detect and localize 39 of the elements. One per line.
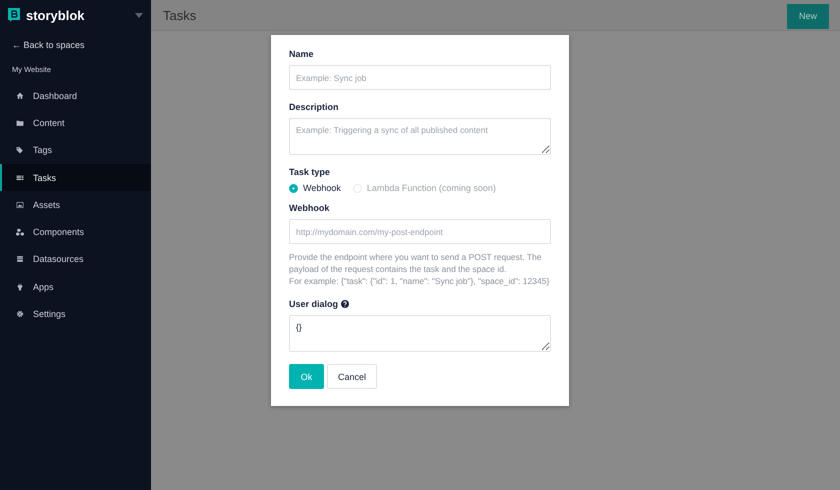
tag-icon — [16, 146, 24, 154]
field-label: User dialog — [289, 299, 338, 309]
gear-icon — [16, 310, 24, 318]
field-label: Webhook — [289, 203, 330, 213]
list-icon — [16, 174, 24, 182]
database-icon — [16, 255, 24, 264]
sidebar-item[interactable]: Tasks — [0, 164, 151, 192]
name-field[interactable]: Example: Sync job — [289, 65, 551, 90]
folder-icon — [16, 118, 24, 127]
new-button[interactable]: New — [787, 4, 829, 28]
page-title: Tasks — [163, 8, 196, 22]
cubes-icon — [16, 228, 24, 236]
help-text: For example: {"task": {"id": 1, "name": "Sync job"}, "space_id": 12345} — [289, 275, 550, 287]
radio-button[interactable] — [289, 184, 298, 192]
sidebar-item[interactable]: Components — [0, 218, 151, 246]
sidebar-item[interactable]: Tags — [0, 136, 151, 164]
sidebar-item[interactable]: Settings — [0, 300, 151, 328]
sidebar-item[interactable]: Content — [0, 109, 151, 137]
caret-icon[interactable] — [135, 12, 143, 18]
brand-name: storyblok — [26, 8, 85, 22]
sidebar-item[interactable]: Dashboard — [0, 82, 151, 110]
field-label: Description — [289, 102, 340, 112]
radio-option[interactable]: Webhook — [289, 183, 341, 193]
user-dialog-field[interactable]: {} — [289, 315, 551, 352]
field-label: Name — [289, 49, 315, 59]
image-icon — [16, 200, 24, 209]
plug-icon — [16, 282, 24, 291]
sidebar-item[interactable]: Datasources — [0, 246, 151, 274]
description-field[interactable]: Example: Triggering a sync of all published content — [289, 118, 551, 155]
home-icon — [16, 92, 24, 100]
cancel-button[interactable]: Cancel — [327, 364, 377, 389]
sidebar-item[interactable]: Apps — [0, 273, 151, 300]
help-text: Provide the endpoint where you want to send a POST request. The payload of the request contains the task and the space id. — [289, 251, 542, 275]
webhook-field[interactable]: http://mydomain.com/my-post-endpoint — [289, 219, 551, 244]
sidebar-item[interactable]: Assets — [0, 191, 151, 218]
field-label: Task type — [289, 167, 331, 177]
back-link[interactable]: ← Back to spaces — [0, 30, 97, 50]
logo-icon — [8, 8, 20, 22]
help-icon[interactable] — [341, 300, 350, 308]
